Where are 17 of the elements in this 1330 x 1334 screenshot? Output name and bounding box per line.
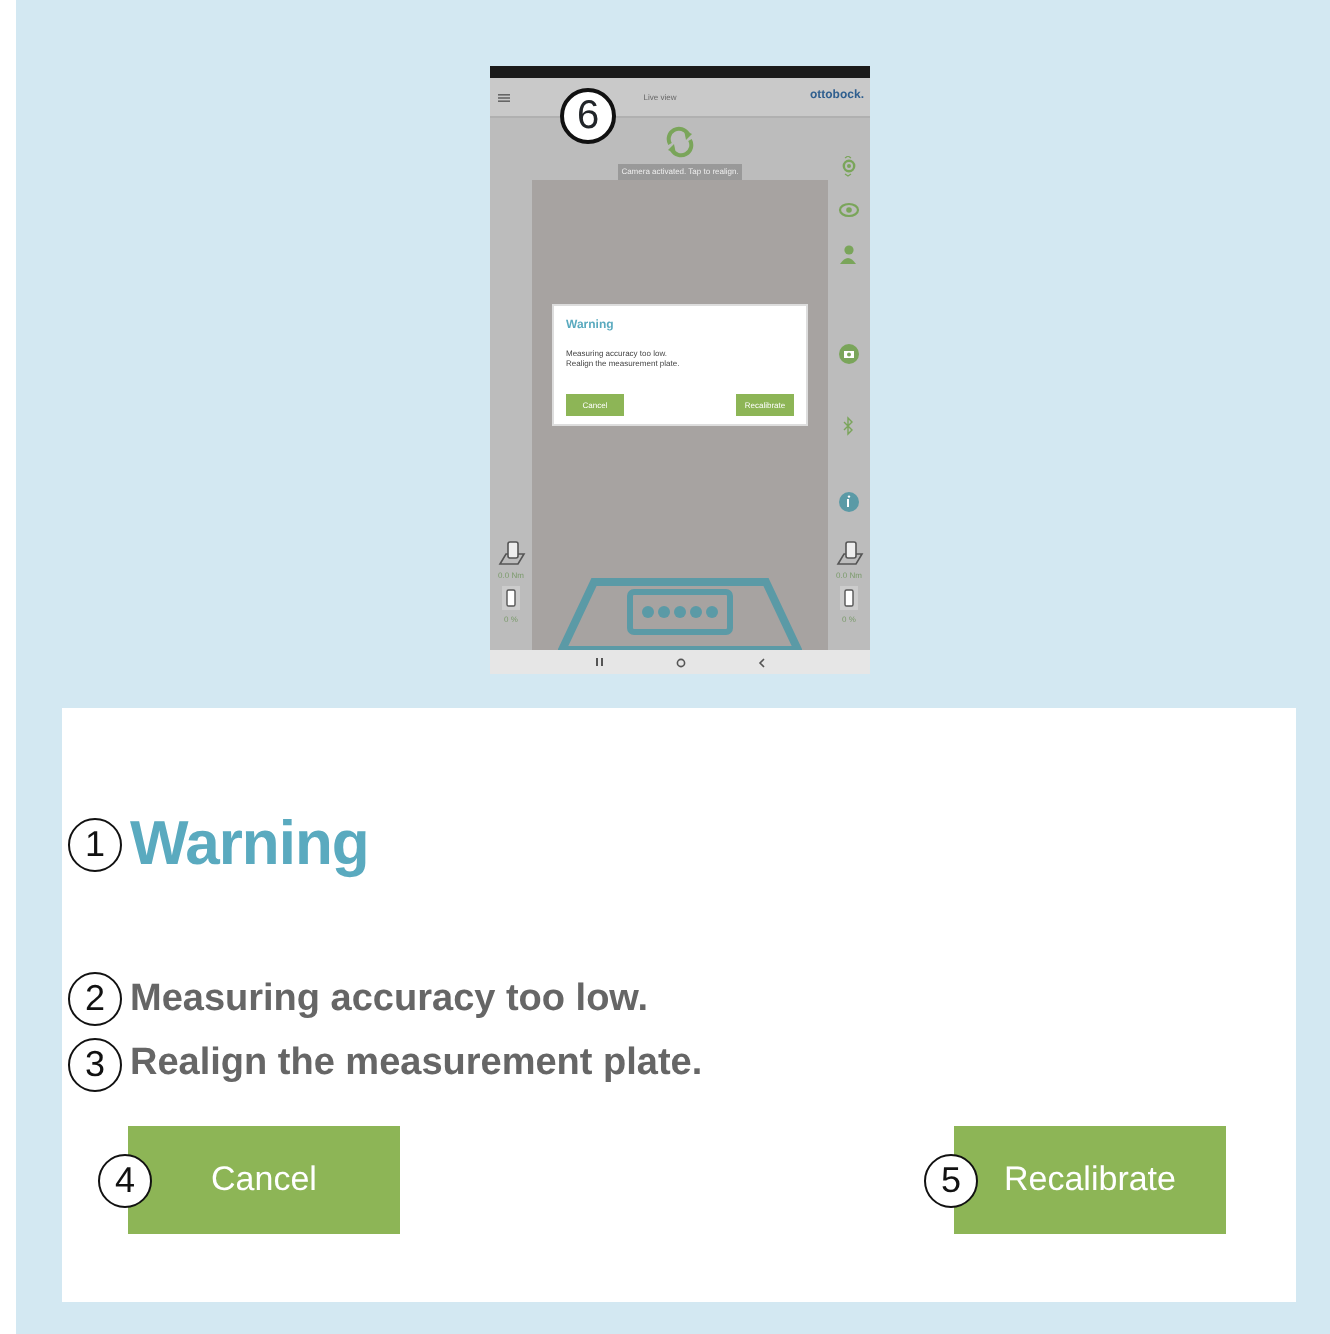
camera-icon[interactable] xyxy=(838,344,860,366)
back-icon[interactable] xyxy=(757,657,765,667)
info-icon[interactable] xyxy=(838,492,860,514)
callout-number: 2 xyxy=(68,972,122,1027)
home-icon[interactable] xyxy=(675,657,685,667)
phone-tilt-icon[interactable] xyxy=(840,586,858,610)
recent-apps-icon[interactable] xyxy=(595,658,603,666)
callout-number: 4 xyxy=(98,1153,152,1207)
callout-number: 1 xyxy=(68,817,122,872)
callout-number: 6 xyxy=(560,88,616,144)
dialog-title: Warning xyxy=(130,806,369,882)
dialog-message: Realign the measurement plate. xyxy=(130,1040,703,1088)
callout-number: 5 xyxy=(924,1153,978,1207)
dialog-message: Measuring accuracy too low. xyxy=(130,975,649,1023)
callout-number: 3 xyxy=(68,1037,122,1092)
phone-tilt-icon[interactable] xyxy=(502,586,520,610)
menu-icon[interactable] xyxy=(498,93,510,101)
